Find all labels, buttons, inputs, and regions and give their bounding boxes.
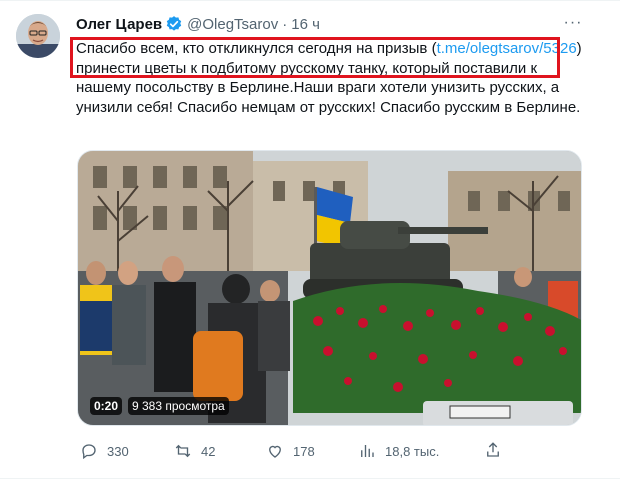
author-handle[interactable]: @OlegTsarov xyxy=(187,16,278,33)
action-bar: 330 42 178 18,8 тыс. xyxy=(76,440,506,462)
verified-badge-icon xyxy=(165,15,183,33)
views-button[interactable]: 18,8 тыс. xyxy=(358,442,439,460)
more-icon[interactable]: ··· xyxy=(562,14,584,34)
video-duration: 0:20 xyxy=(90,397,123,415)
separator-dot: · xyxy=(282,15,288,33)
video-frame xyxy=(78,151,581,425)
tweet-time[interactable]: 16 ч xyxy=(291,16,320,33)
reply-icon xyxy=(82,444,96,460)
retweet-icon xyxy=(175,444,191,458)
telegram-link[interactable]: t.me/olegtsarov/5326 xyxy=(437,40,577,57)
video-view-count: 9 383 просмотра xyxy=(128,397,229,415)
tweet-text-part: Спасибо всем, кто откликнулся сегодня на… xyxy=(76,40,437,57)
share-icon xyxy=(487,442,499,457)
retweet-count: 42 xyxy=(201,443,216,459)
author-name[interactable]: Олег Царев xyxy=(76,16,162,33)
heart-icon xyxy=(269,445,281,458)
bottom-divider xyxy=(0,478,620,479)
analytics-icon xyxy=(361,445,374,457)
tweet-header: Олег Царев @OlegTsarov · 16 ч xyxy=(76,14,320,34)
reply-count: 330 xyxy=(107,443,129,459)
avatar[interactable] xyxy=(16,14,60,58)
like-button[interactable]: 178 xyxy=(266,442,315,460)
reply-button[interactable]: 330 xyxy=(80,442,129,460)
like-count: 178 xyxy=(293,443,315,459)
retweet-button[interactable]: 42 xyxy=(174,442,215,460)
video-player[interactable]: 0:20 9 383 просмотра xyxy=(77,150,582,426)
tweet-text: Спасибо всем, кто откликнулся сегодня на… xyxy=(76,39,586,117)
views-count: 18,8 тыс. xyxy=(385,443,440,459)
share-button[interactable] xyxy=(484,441,502,464)
top-divider xyxy=(0,0,620,1)
